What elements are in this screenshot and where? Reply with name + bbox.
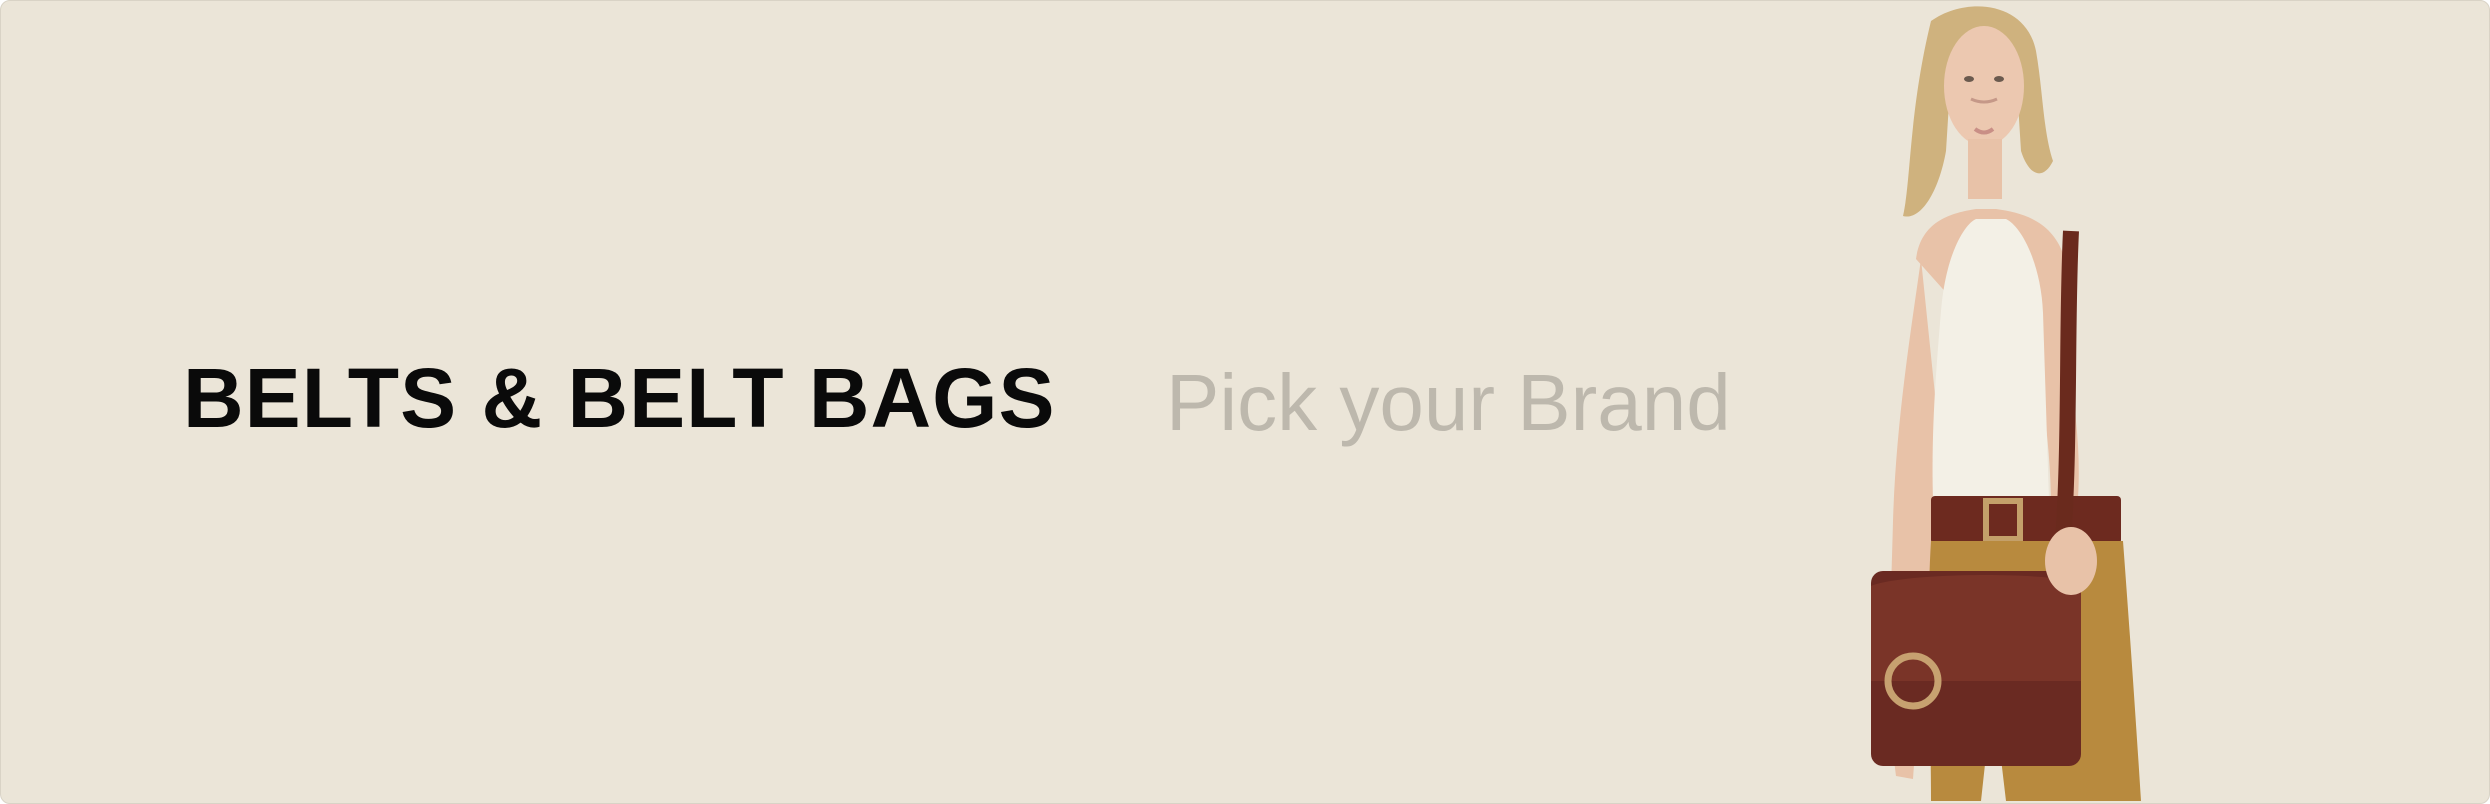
category-title: BELTS & BELT BAGS [183, 351, 1056, 445]
category-banner[interactable]: BELTS & BELT BAGS Pick your Brand [0, 0, 2490, 804]
pick-brand-button[interactable]: Pick your Brand [1166, 363, 1731, 443]
model-with-crossbody-bag-image [1781, 1, 2161, 803]
